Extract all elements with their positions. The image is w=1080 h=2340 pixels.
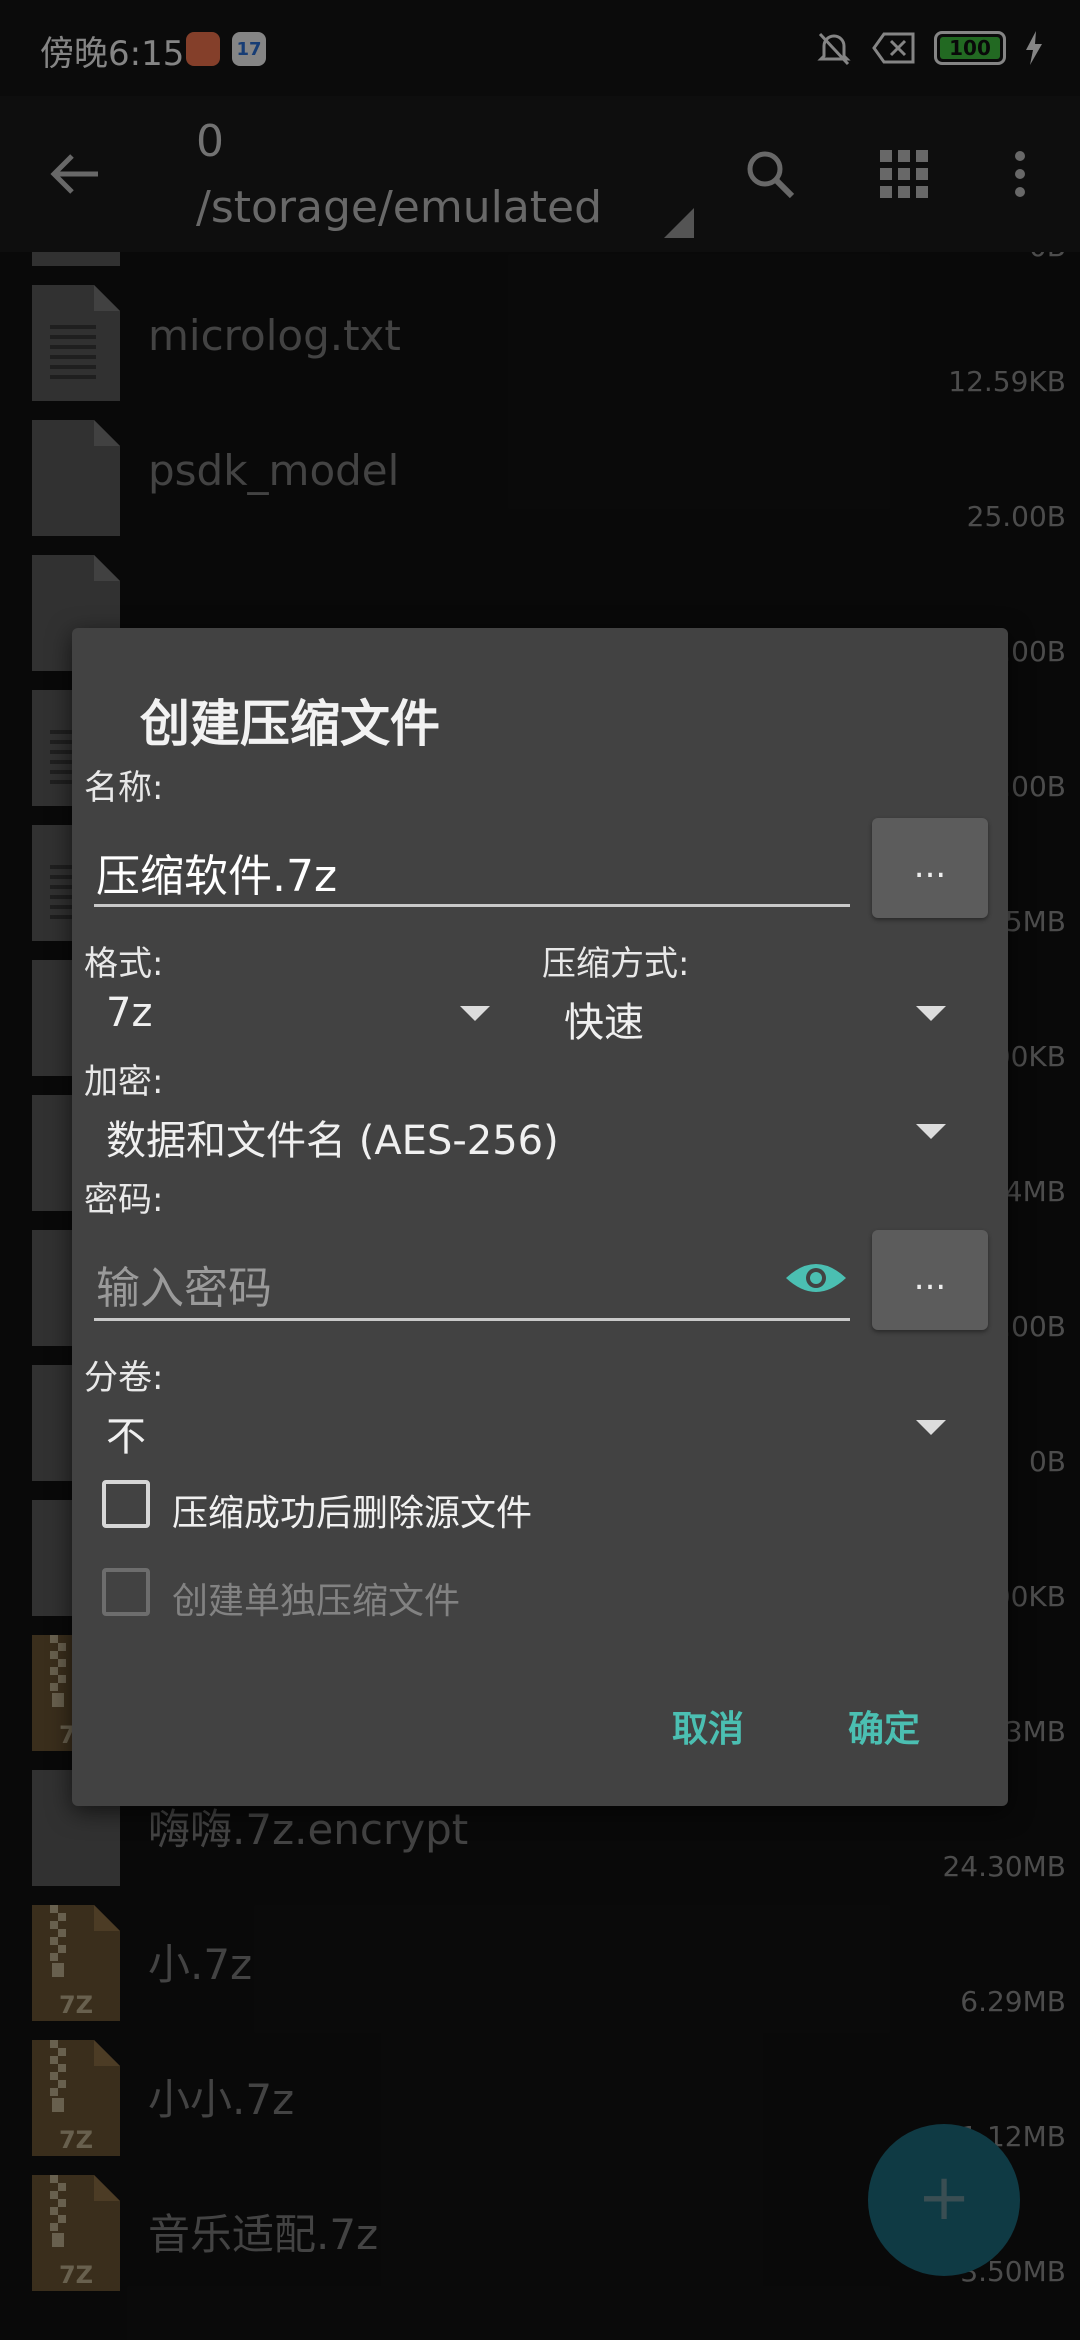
- split-dropdown-icon[interactable]: [916, 1420, 946, 1435]
- format-label: 格式:: [84, 944, 164, 984]
- password-underline: [94, 1318, 850, 1321]
- dialog-title: 创建压缩文件: [140, 695, 440, 753]
- show-password-eye-icon[interactable]: [784, 1256, 848, 1300]
- name-label: 名称:: [84, 768, 164, 808]
- browse-output-button[interactable]: ...: [872, 818, 988, 918]
- method-label: 压缩方式:: [542, 944, 690, 984]
- ok-button[interactable]: 确定: [848, 1700, 920, 1752]
- name-underline: [94, 904, 850, 907]
- password-label: 密码:: [84, 1180, 164, 1220]
- method-select[interactable]: 快速: [564, 990, 644, 1048]
- password-input[interactable]: 输入密码: [96, 1252, 272, 1316]
- format-select[interactable]: 7z: [106, 990, 152, 1036]
- split-select[interactable]: 不: [106, 1404, 146, 1462]
- encryption-label: 加密:: [84, 1062, 164, 1102]
- encryption-dropdown-icon[interactable]: [916, 1124, 946, 1139]
- separate-archives-label: 创建单独压缩文件: [172, 1581, 461, 1622]
- method-dropdown-icon[interactable]: [916, 1006, 946, 1021]
- format-dropdown-icon[interactable]: [460, 1006, 490, 1021]
- create-archive-dialog: 创建压缩文件 名称: 压缩软件.7z ... 格式: 7z 压缩方式: 快速 加…: [72, 628, 1008, 1806]
- cancel-button[interactable]: 取消: [672, 1700, 744, 1752]
- split-label: 分卷:: [84, 1358, 164, 1398]
- encryption-select[interactable]: 数据和文件名 (AES-256): [106, 1108, 559, 1166]
- delete-source-checkbox[interactable]: [102, 1480, 150, 1528]
- password-options-button[interactable]: ...: [872, 1230, 988, 1330]
- separate-archives-checkbox: [102, 1568, 150, 1616]
- delete-source-label[interactable]: 压缩成功后删除源文件: [172, 1484, 532, 1536]
- archive-name-input[interactable]: 压缩软件.7z: [96, 840, 337, 904]
